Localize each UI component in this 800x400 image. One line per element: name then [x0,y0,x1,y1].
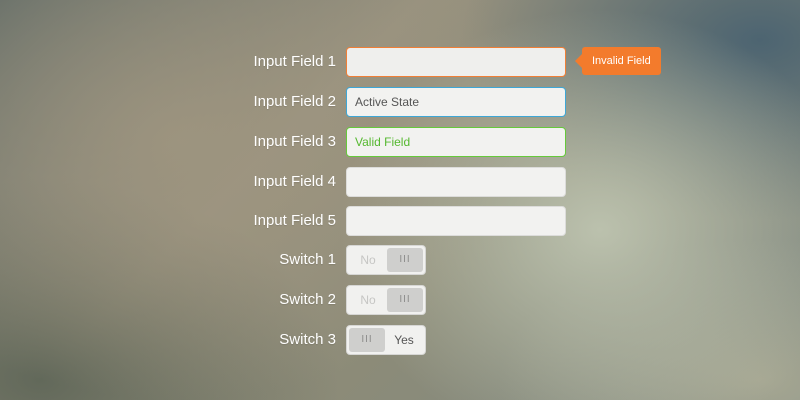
switch-row-3: Switch 3 III Yes [0,325,800,355]
input-field-3-label: Input Field 3 [253,133,336,150]
field-row-4: Input Field 4 [0,167,800,197]
switch-1-state-text: No [360,253,376,267]
switch-2-knob[interactable]: III [387,288,423,312]
field-row-1: Input Field 1 Invalid Field [0,47,800,77]
form-panel: Input Field 1 Invalid Field Input Field … [0,0,800,400]
input-field-4-label: Input Field 4 [253,173,336,190]
input-field-4[interactable] [346,167,566,197]
switch-3-state-text: Yes [394,333,414,347]
switch-1-knob[interactable]: III [387,248,423,272]
switch-2-state-text: No [360,293,376,307]
input-field-1-label: Input Field 1 [253,53,336,70]
input-field-3[interactable] [346,127,566,157]
switch-row-2: Switch 2 No III [0,285,800,315]
switch-1-label: Switch 1 [279,251,336,268]
switch-3-knob[interactable]: III [349,328,385,352]
switch-2-toggle[interactable]: No III [346,285,426,315]
input-field-5[interactable] [346,206,566,236]
input-field-5-label: Input Field 5 [253,212,336,229]
switch-3-toggle[interactable]: III Yes [346,325,426,355]
input-field-2[interactable] [346,87,566,117]
field-row-3: Input Field 3 [0,127,800,157]
input-field-2-label: Input Field 2 [253,93,336,110]
switch-2-label: Switch 2 [279,291,336,308]
switch-3-label: Switch 3 [279,331,336,348]
switch-row-1: Switch 1 No III [0,245,800,275]
switch-1-toggle[interactable]: No III [346,245,426,275]
invalid-field-tooltip-text: Invalid Field [592,55,651,67]
field-row-5: Input Field 5 [0,206,800,236]
input-field-1[interactable] [346,47,566,77]
invalid-field-tooltip: Invalid Field [575,47,661,75]
field-row-2: Input Field 2 [0,87,800,117]
tooltip-arrow-icon [575,54,582,68]
